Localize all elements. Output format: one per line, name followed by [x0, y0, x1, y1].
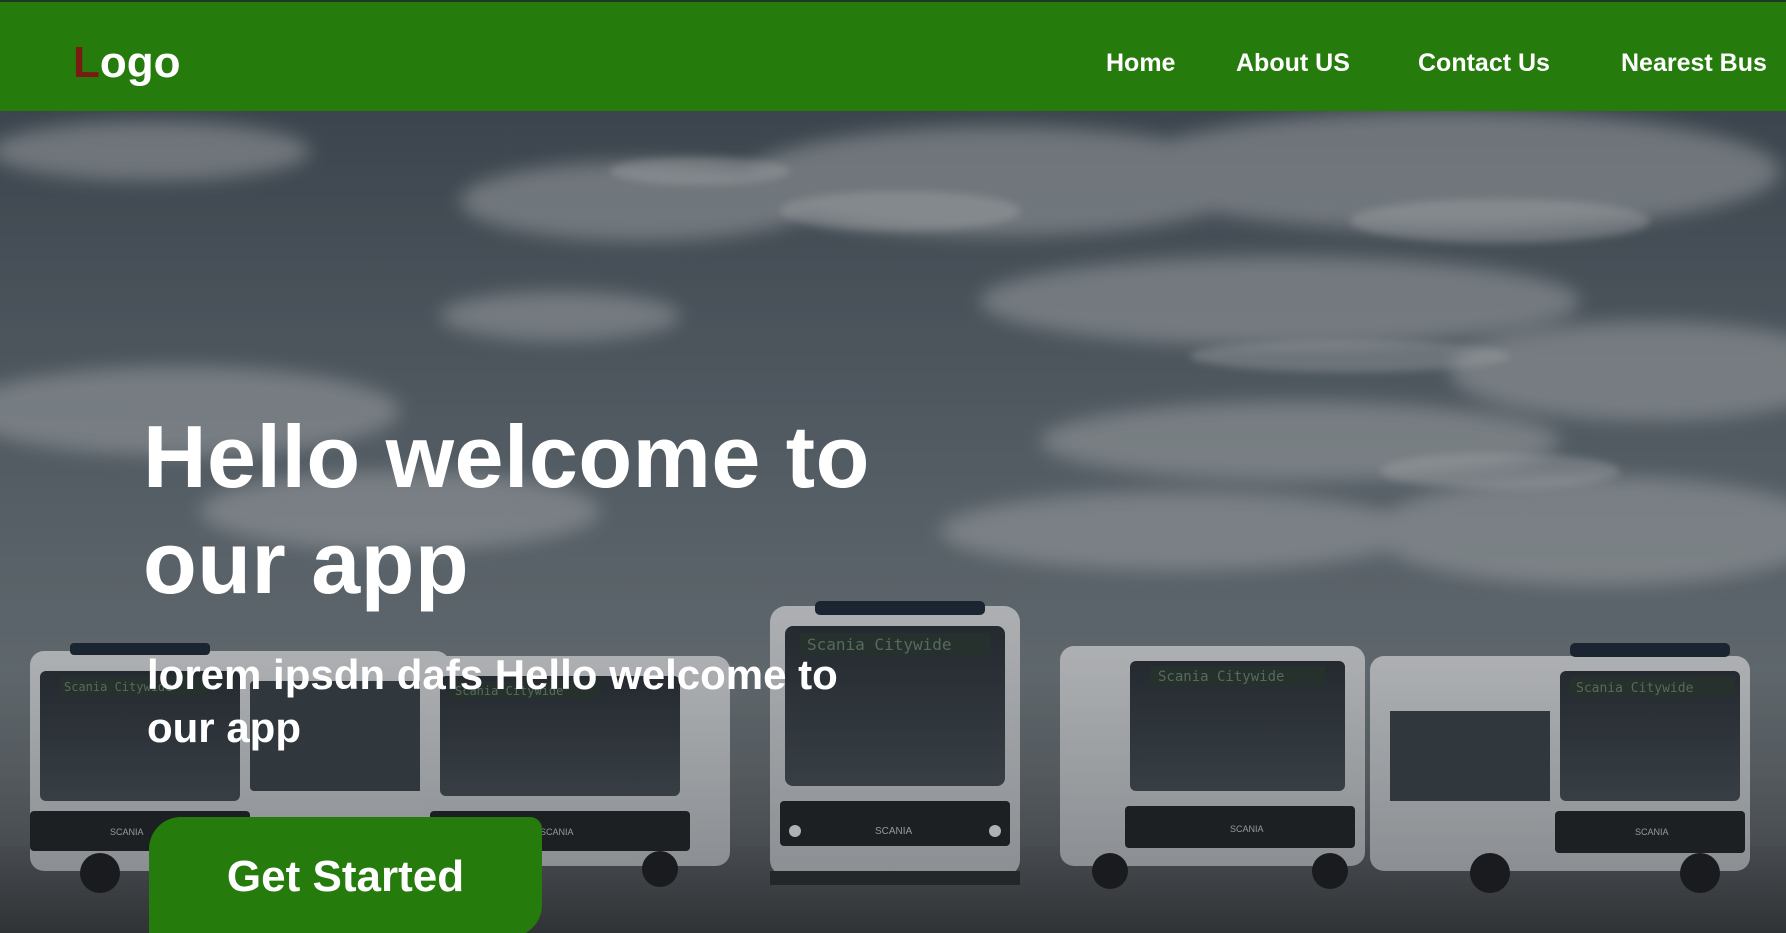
- nav-link-contact-us[interactable]: Contact Us: [1418, 48, 1550, 78]
- logo-first-letter: L: [73, 38, 100, 87]
- logo[interactable]: Logo: [73, 38, 181, 88]
- nav-link-nearest-bus[interactable]: Nearest Bus: [1621, 48, 1767, 78]
- nav-link-about-us[interactable]: About US: [1236, 48, 1350, 78]
- hero-title: Hello welcome to our app: [143, 407, 870, 612]
- hero-subtitle: lorem ipsdn dafs Hello welcome to our ap…: [147, 651, 838, 751]
- landing-page: Logo Home About US Contact Us Nearest Bu…: [0, 0, 1786, 933]
- logo-rest: ogo: [99, 38, 181, 87]
- top-navbar: Logo Home About US Contact Us Nearest Bu…: [0, 0, 1786, 111]
- get-started-button[interactable]: Get Started: [149, 817, 542, 933]
- nav-link-home[interactable]: Home: [1106, 48, 1175, 78]
